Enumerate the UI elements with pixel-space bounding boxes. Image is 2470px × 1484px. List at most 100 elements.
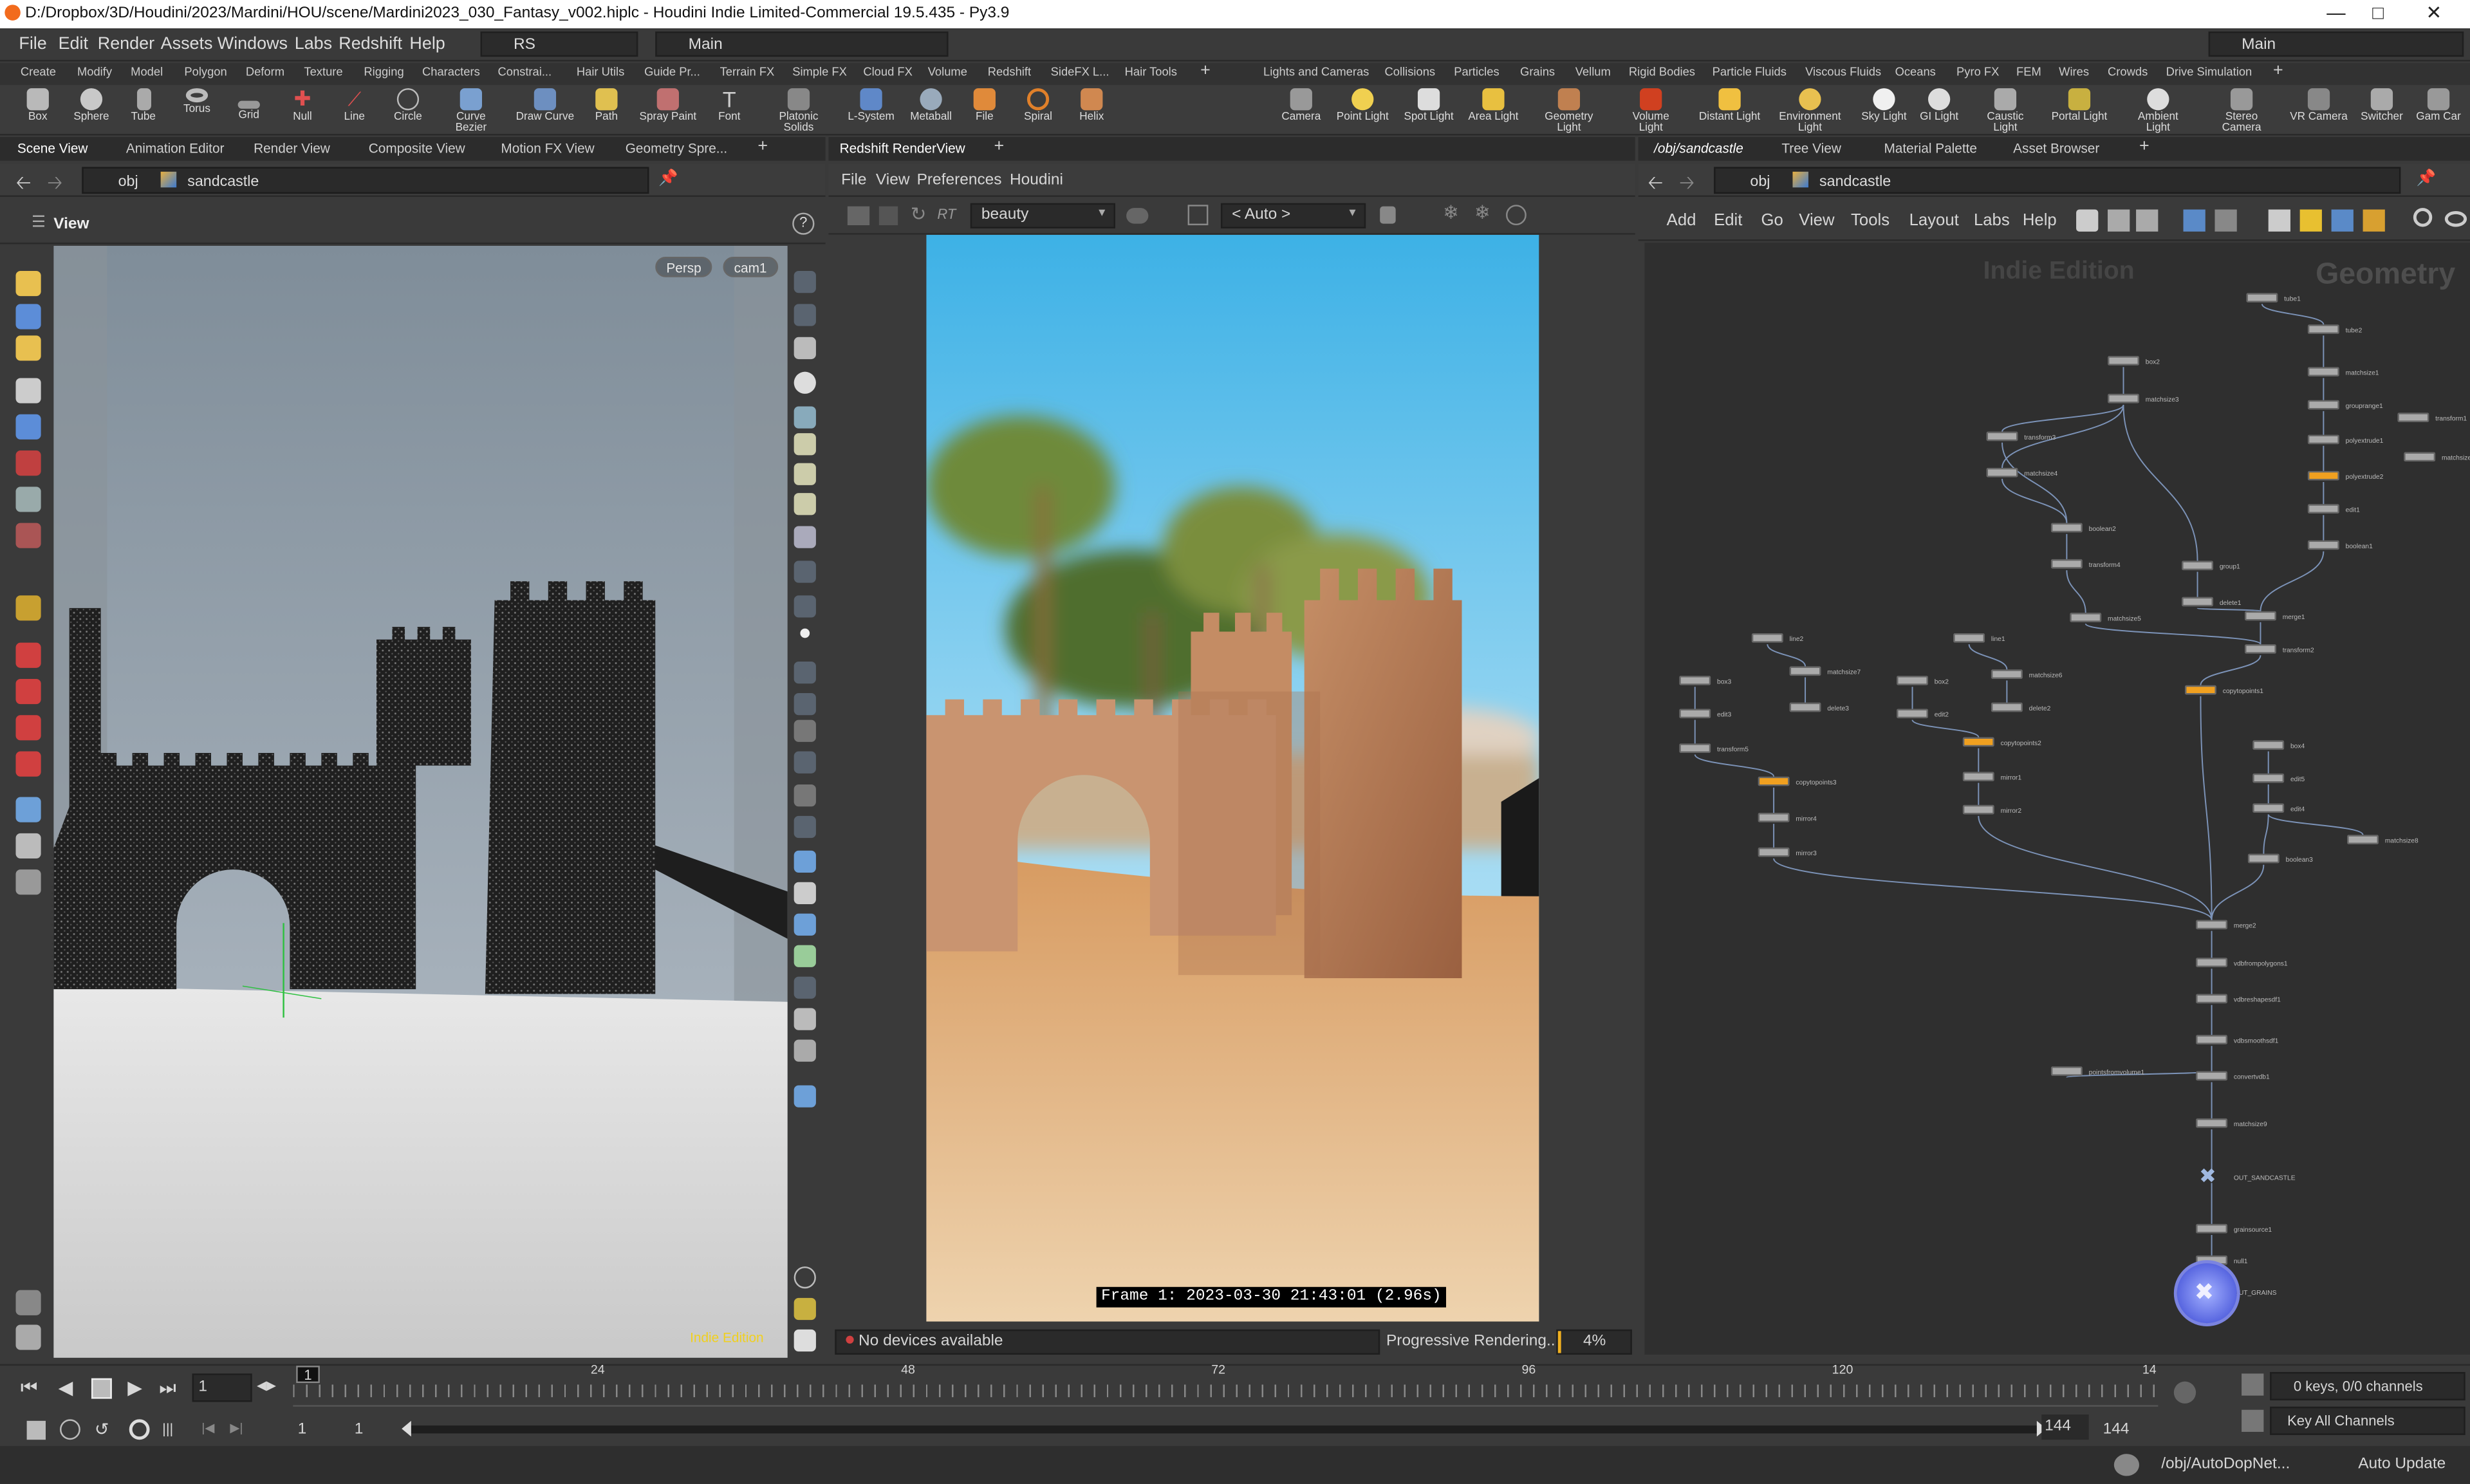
audio-icon[interactable]: [60, 1419, 80, 1440]
light-bulb-3-icon[interactable]: [794, 493, 816, 515]
shelf-tab-drive-simulation[interactable]: Drive Simulation: [2166, 64, 2252, 83]
node-matchsize9[interactable]: [2196, 1118, 2228, 1128]
node-vdbreshapesdf1[interactable]: [2196, 994, 2228, 1004]
net-menu-add[interactable]: Add: [1667, 211, 1696, 230]
display-5-icon[interactable]: [794, 406, 816, 429]
tool-curve-bezier[interactable]: Curve Bezier: [440, 88, 503, 134]
select-tool-icon[interactable]: [15, 271, 41, 297]
shelf-tab-cloud-fx[interactable]: Cloud FX: [863, 64, 913, 83]
shelf-tab-simple-fx[interactable]: Simple FX: [792, 64, 847, 83]
display-3-icon[interactable]: [794, 337, 816, 360]
add-tab-mid-icon[interactable]: +: [994, 137, 1005, 156]
shelf-tab-hair-tools[interactable]: Hair Tools: [1125, 64, 1177, 83]
grid-view-icon[interactable]: [2183, 209, 2205, 232]
desktop-dropdown[interactable]: Main: [655, 31, 949, 57]
frame-12-icon[interactable]: [794, 719, 816, 742]
rv-menu-file[interactable]: File: [841, 172, 866, 189]
node-box2[interactable]: [2108, 356, 2139, 366]
fps-icon[interactable]: |||: [162, 1421, 173, 1436]
range-slider[interactable]: [402, 1420, 2047, 1437]
add-shelf-icon[interactable]: +: [1200, 61, 1211, 80]
node-delete1[interactable]: [2182, 597, 2214, 607]
shelf-tab-rigging[interactable]: Rigging: [364, 64, 404, 83]
menu-edit[interactable]: Edit: [59, 35, 88, 53]
tool-portal-light[interactable]: Portal Light: [2048, 88, 2111, 123]
goto-start-icon[interactable]: ⏮: [21, 1377, 37, 1400]
shelf-tab-particles[interactable]: Particles: [1454, 64, 1499, 83]
step-back-icon[interactable]: ◀: [59, 1377, 73, 1398]
shelf-tab-texture[interactable]: Texture: [304, 64, 342, 83]
path-breadcrumb[interactable]: obj sandcastle: [82, 167, 649, 194]
shelf-tab-crowds[interactable]: Crowds: [2108, 64, 2148, 83]
node-boolean2[interactable]: [2050, 523, 2083, 533]
lock-render-icon[interactable]: [1380, 206, 1396, 224]
tool-area-light[interactable]: Area Light: [1462, 88, 1525, 123]
sound-icon[interactable]: [26, 1420, 46, 1440]
node-tube1[interactable]: [2246, 293, 2278, 302]
brush-3-icon[interactable]: [794, 692, 816, 716]
grid-layout-icon[interactable]: [794, 1297, 816, 1321]
shelf-tab-characters[interactable]: Characters: [422, 64, 480, 83]
tool-geometry-light[interactable]: Geometry Light: [1537, 88, 1601, 134]
node-vdbsmoothsdf1[interactable]: [2196, 1035, 2228, 1044]
node-out-sandcastle-icon[interactable]: ✖: [2199, 1164, 2216, 1189]
tool-circle[interactable]: Circle: [376, 88, 440, 123]
rotate-tool-icon[interactable]: [15, 335, 41, 361]
aov-dropdown[interactable]: beauty ▼: [970, 203, 1115, 228]
node-polyextrude2[interactable]: [2307, 470, 2339, 481]
network-canvas[interactable]: Indie Edition Geometry tube1 tube2 box2 mat…: [1644, 242, 2470, 1355]
realtime-icon[interactable]: [129, 1419, 150, 1440]
shelf-tab-lights-and-cameras[interactable]: Lights and Cameras: [1263, 64, 1369, 83]
tool-ambient-light[interactable]: Ambient Light: [2126, 88, 2189, 134]
node-edit1[interactable]: [2307, 504, 2339, 514]
node-transform5[interactable]: [1679, 743, 1711, 754]
magnet-3-icon[interactable]: [15, 715, 41, 741]
stop-icon[interactable]: [91, 1378, 112, 1399]
node-matchsize4[interactable]: [1986, 467, 2018, 478]
node-mirror3[interactable]: [1758, 847, 1790, 857]
tool-spray-paint[interactable]: Spray Paint: [636, 88, 700, 123]
search-icon[interactable]: [2413, 208, 2433, 227]
scene-viewport[interactable]: Persp cam1 Indie Edition: [53, 245, 788, 1358]
add-shelf-right-icon[interactable]: +: [2273, 61, 2283, 80]
menu-help[interactable]: Help: [409, 35, 445, 53]
goto-end-icon[interactable]: ⏭: [159, 1377, 176, 1400]
node-transform2[interactable]: [2244, 644, 2276, 654]
display-2-icon[interactable]: [794, 304, 816, 326]
tile-view-icon[interactable]: [2215, 209, 2237, 232]
tab-tree-view[interactable]: Tree View: [1781, 140, 1841, 156]
tab-scene-view[interactable]: Scene View: [17, 140, 88, 156]
node-box3[interactable]: [1679, 676, 1711, 685]
menu-redshift[interactable]: Redshift: [339, 35, 402, 53]
range-start-field-2[interactable]: 1: [355, 1421, 364, 1438]
range-start-field[interactable]: 1: [298, 1421, 307, 1438]
crop-icon[interactable]: [1187, 205, 1209, 226]
circle-tool-icon[interactable]: [1506, 205, 1527, 226]
light-view-icon[interactable]: [15, 833, 41, 858]
shelf-tab-particle-fluids[interactable]: Particle Fluids: [1713, 64, 1787, 83]
display-options-icon[interactable]: [15, 1324, 41, 1350]
lock-icon[interactable]: [15, 414, 41, 440]
tool-vr-camera[interactable]: VR Camera: [2287, 88, 2350, 123]
help-icon[interactable]: ?: [792, 212, 815, 235]
net-menu-help[interactable]: Help: [2023, 211, 2057, 230]
snap-icon[interactable]: [15, 595, 41, 621]
note-icon[interactable]: [2268, 209, 2290, 232]
tool-helix[interactable]: Helix: [1060, 88, 1123, 123]
shelf-tab-model[interactable]: Model: [131, 64, 163, 83]
node-group1[interactable]: [2182, 561, 2214, 571]
shelf-tab-deform[interactable]: Deform: [246, 64, 284, 83]
shelf-tab-viscous-fluids[interactable]: Viscous Fluids: [1805, 64, 1881, 83]
close-button[interactable]: ✕: [2426, 1, 2442, 23]
tab-material-palette[interactable]: Material Palette: [1884, 140, 1977, 156]
shelf-tab-polygon[interactable]: Polygon: [184, 64, 227, 83]
location-icon[interactable]: [794, 1085, 816, 1108]
wrench-icon[interactable]: [2076, 209, 2099, 232]
sim-path[interactable]: /obj/AutoDopNet...: [2161, 1456, 2290, 1473]
menu-render[interactable]: Render: [98, 35, 154, 53]
tool-volume-light[interactable]: Volume Light: [1619, 88, 1682, 134]
desktop-dropdown-right[interactable]: Main: [2208, 31, 2464, 57]
light-bulb-2-icon[interactable]: [794, 463, 816, 485]
range-handle-left-icon[interactable]: [402, 1420, 411, 1437]
tool-distant-light[interactable]: Distant Light: [1698, 88, 1761, 123]
